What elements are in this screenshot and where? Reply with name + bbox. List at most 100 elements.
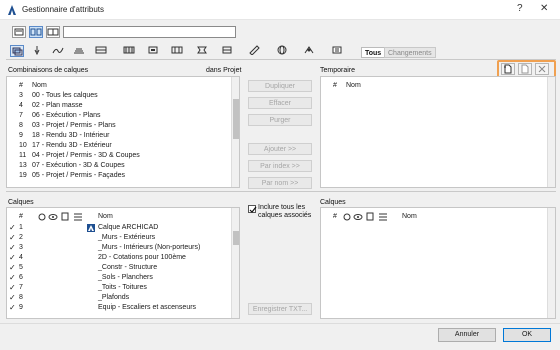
check-icon: ✓: [9, 253, 16, 262]
left-top-title: Combinaisons de calques: [8, 67, 89, 74]
filter-tab-changes[interactable]: Changements: [384, 47, 436, 58]
table-row[interactable]: ✓ 9 Equip - Escaliers et ascenseurs: [7, 303, 231, 313]
composite-type-icon[interactable]: [94, 45, 108, 57]
col-header-name: Nom: [402, 213, 417, 220]
list-item[interactable]: 3 00 - Tous les calques: [7, 91, 231, 101]
dual-list-icon: [30, 28, 42, 36]
duplicate-button[interactable]: Dupliquer: [248, 80, 312, 92]
check-icon: ✓: [9, 243, 16, 252]
document-icon: [521, 64, 529, 74]
archicad-layer-icon: [87, 224, 95, 232]
right-top-title: Temporaire: [320, 67, 356, 74]
layers-type-icon[interactable]: [10, 45, 24, 57]
delete-button[interactable]: Effacer: [248, 97, 312, 109]
include-all-checkbox[interactable]: [248, 205, 257, 213]
view-dual-list-button[interactable]: [29, 26, 43, 38]
list-item[interactable]: 7 06 - Exécution - Plans: [7, 111, 231, 121]
new-file-icon: [504, 64, 512, 74]
list-item[interactable]: 11 04 - Projet / Permis - 3D & Coupes: [7, 151, 231, 161]
check-icon: ✓: [9, 283, 16, 292]
table-row[interactable]: ✓ 7 _Toits - Toitures: [7, 283, 231, 293]
line-type-icon[interactable]: [51, 45, 65, 57]
search-input[interactable]: [63, 26, 236, 38]
cancel-button[interactable]: Annuler: [438, 328, 496, 342]
top-divider: [6, 59, 556, 60]
target-layers-list[interactable]: # Nom: [320, 207, 556, 319]
fill-type-icon[interactable]: [72, 45, 86, 57]
vertical-scrollbar[interactable]: [231, 77, 239, 187]
vertical-scrollbar[interactable]: [231, 208, 239, 318]
save-txt-button[interactable]: Enregistrer TXT...: [248, 303, 312, 315]
table-row[interactable]: ✓ 6 _Sols - Planchers: [7, 273, 231, 283]
building-material-type-icon[interactable]: [122, 45, 136, 57]
view-single-list-button[interactable]: [12, 26, 26, 38]
operation-profile-icon[interactable]: [302, 45, 316, 57]
table-row[interactable]: ✓ 1 Calque ARCHICAD: [7, 223, 231, 233]
table-row[interactable]: ✓ 4 2D - Cotations pour 100ème: [7, 253, 231, 263]
zone-category-type-icon[interactable]: [170, 45, 184, 57]
open-file-button[interactable]: [518, 63, 532, 75]
close-temp-button[interactable]: [535, 63, 549, 75]
list-item[interactable]: 13 07 - Exécution - 3D & Coupes: [7, 161, 231, 171]
layer-status-icons-header: [343, 212, 387, 221]
temporary-list[interactable]: # Nom: [320, 76, 556, 188]
scrollbar-thumb[interactable]: [233, 99, 239, 139]
col-header-name: Nom: [32, 82, 47, 89]
check-icon: ✓: [9, 273, 16, 282]
title-bar: Gestionnaire d'attributs ? ✕: [0, 0, 560, 20]
close-window-button[interactable]: ✕: [540, 3, 548, 14]
list-item[interactable]: 10 17 - Rendu 3D - Extérieur: [7, 141, 231, 151]
close-icon: [538, 65, 546, 73]
check-icon: ✓: [9, 223, 16, 232]
check-icon: ✓: [9, 293, 16, 302]
purge-button[interactable]: Purger: [248, 114, 312, 126]
checkmark-icon: [249, 206, 257, 213]
detail-view-icon: [47, 28, 59, 36]
layers-list[interactable]: # Nom ✓ 1 Calque ARCHICAD ✓ 2 _Murs - Extéri…: [6, 207, 240, 319]
scrollbar-thumb[interactable]: [233, 231, 239, 245]
col-header-num: #: [333, 213, 337, 220]
layer-status-icons-header: [38, 212, 82, 221]
pen-type-icon[interactable]: [30, 45, 44, 57]
markup-style-icon[interactable]: [247, 45, 261, 57]
list-item[interactable]: 9 18 - Rendu 3D - Intérieur: [7, 131, 231, 141]
add-by-index-button[interactable]: Par index >>: [248, 160, 312, 172]
property-type-icon[interactable]: [330, 45, 344, 57]
col-header-num: #: [333, 82, 337, 89]
new-file-button[interactable]: [501, 63, 515, 75]
location-globe-icon[interactable]: [275, 45, 289, 57]
window-title: Gestionnaire d'attributs: [22, 5, 105, 14]
col-header-name: Nom: [98, 213, 113, 220]
vertical-scrollbar[interactable]: [547, 77, 555, 187]
ok-button[interactable]: OK: [503, 328, 551, 342]
help-button[interactable]: ?: [517, 3, 523, 14]
profile-type-icon[interactable]: [146, 45, 160, 57]
check-icon: ✓: [9, 303, 16, 312]
archicad-app-icon: [8, 5, 16, 15]
table-row[interactable]: ✓ 3 _Murs - Intérieurs (Non-porteurs): [7, 243, 231, 253]
check-icon: ✓: [9, 263, 16, 272]
table-row[interactable]: ✓ 2 _Murs - Extérieurs: [7, 233, 231, 243]
footer-divider: [0, 323, 560, 324]
add-by-name-button[interactable]: Par nom >>: [248, 177, 312, 189]
table-row[interactable]: ✓ 8 _Plafonds: [7, 293, 231, 303]
col-header-name: Nom: [346, 82, 361, 89]
vertical-scrollbar[interactable]: [547, 208, 555, 318]
add-button[interactable]: Ajouter >>: [248, 143, 312, 155]
middle-divider: [6, 191, 556, 192]
col-header-num: #: [19, 213, 23, 220]
list-item[interactable]: 4 02 - Plan masse: [7, 101, 231, 111]
filter-tab-all[interactable]: Tous: [361, 47, 386, 58]
single-list-icon: [14, 28, 24, 36]
right-bottom-title: Calques: [320, 199, 346, 206]
table-row[interactable]: ✓ 5 _Constr - Structure: [7, 263, 231, 273]
check-icon: ✓: [9, 233, 16, 242]
surface-type-icon[interactable]: [195, 45, 209, 57]
left-top-source-label: dans Projet: [206, 67, 242, 74]
list-item[interactable]: 8 03 - Projet / Permis - Plans: [7, 121, 231, 131]
list-item[interactable]: 19 05 - Projet / Permis - Façades: [7, 171, 231, 181]
view-detail-button[interactable]: [46, 26, 60, 38]
include-all-label: Inclure tous les calques associés: [258, 204, 312, 219]
mep-type-icon[interactable]: [220, 45, 234, 57]
layer-combinations-list[interactable]: # Nom 3 00 - Tous les calques 4 02 - Plan …: [6, 76, 240, 188]
